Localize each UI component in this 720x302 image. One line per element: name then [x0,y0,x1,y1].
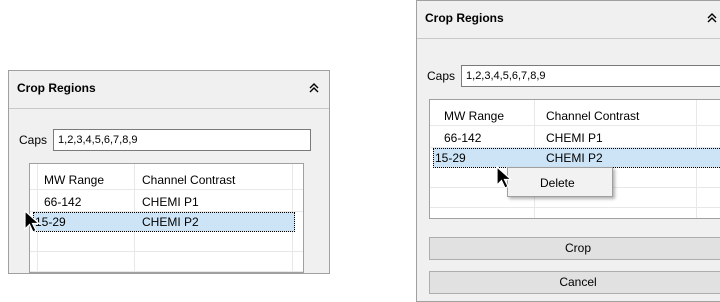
column-header-channel-contrast[interactable]: Channel Contrast [142,170,235,190]
table-row[interactable]: 66-142 CHEMI P1 [30,192,303,212]
caps-label: Caps [19,133,48,147]
channel-contrast-cell: CHEMI P1 [142,195,199,209]
crop-regions-grid[interactable]: MW Range Channel Contrast 66-142 CHEMI P… [429,99,720,219]
channel-contrast-cell: CHEMI P1 [546,131,603,145]
context-menu-delete[interactable]: Delete [508,172,612,194]
panel-header: Crop Regions [9,71,329,109]
left-crop-regions-panel: Crop Regions Caps MW Range Channel Contr… [8,70,330,274]
panel-header: Crop Regions [417,1,720,39]
caps-input[interactable] [53,129,312,151]
caps-row: Caps [19,129,312,151]
column-header-mw-range[interactable]: MW Range [44,170,104,190]
table-row-selected[interactable]: 15-29 CHEMI P2 [433,148,720,168]
double-chevron-up-icon[interactable] [307,81,321,95]
crop-button[interactable]: Crop [429,237,720,260]
mw-range-cell: 15-29 [435,151,466,165]
grid-header-row: MW Range Channel Contrast [430,106,720,126]
table-row-selected[interactable]: 15-29 CHEMI P2 [33,212,295,232]
channel-contrast-cell: CHEMI P2 [142,215,199,229]
column-header-mw-range[interactable]: MW Range [444,106,504,126]
cancel-button[interactable]: Cancel [429,271,720,294]
arrow-pointer-icon [495,165,515,191]
panel-title: Crop Regions [425,11,504,25]
empty-row [30,252,303,272]
caps-row: Caps [427,65,720,87]
panel-title: Crop Regions [17,81,96,95]
double-chevron-up-icon[interactable] [705,11,719,25]
column-header-channel-contrast[interactable]: Channel Contrast [546,106,639,126]
context-menu: Delete [507,167,613,197]
arrow-pointer-icon [23,209,43,235]
table-row[interactable]: 66-142 CHEMI P1 [430,128,720,148]
grid-header-row: MW Range Channel Contrast [30,170,303,190]
caps-input[interactable] [461,65,720,87]
channel-contrast-cell: CHEMI P2 [546,151,603,165]
mw-range-cell: 66-142 [444,131,482,145]
right-crop-regions-panel: Crop Regions Caps MW Range Channel Contr… [416,0,720,302]
caps-label: Caps [427,69,456,83]
empty-row [30,232,303,252]
crop-regions-grid[interactable]: MW Range Channel Contrast 66-142 CHEMI P… [29,163,304,273]
mw-range-cell: 66-142 [44,195,82,209]
